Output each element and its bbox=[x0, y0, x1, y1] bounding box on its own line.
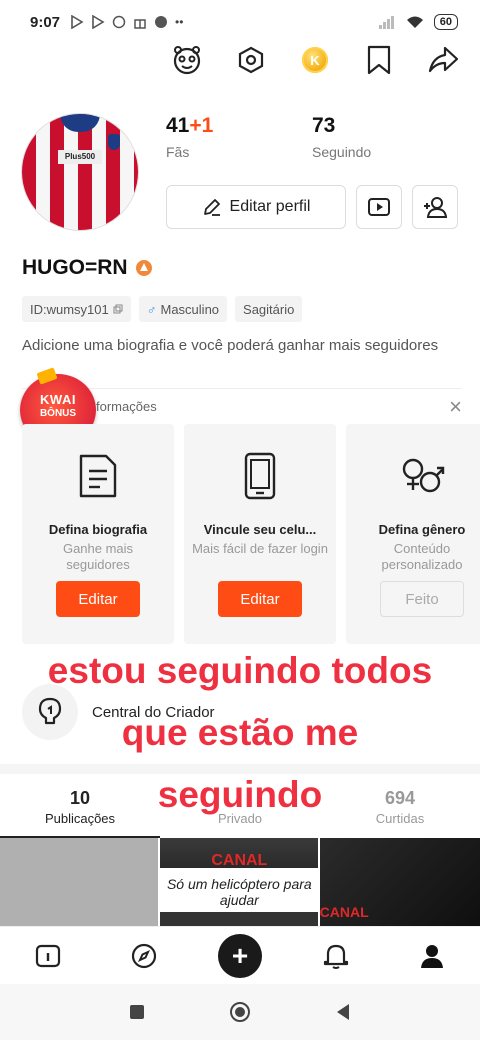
following-stat[interactable]: 73 Seguindo bbox=[312, 114, 371, 160]
mascot-icon[interactable] bbox=[170, 43, 204, 77]
play-icon bbox=[71, 15, 84, 29]
play-icon bbox=[92, 15, 105, 29]
share-icon[interactable] bbox=[426, 43, 460, 77]
edit-profile-label: Editar perfil bbox=[229, 198, 311, 215]
id-tag[interactable]: ID:wumsy101 bbox=[22, 296, 131, 322]
video-play-icon bbox=[368, 198, 390, 216]
followers-stat[interactable]: 41+1 Fãs bbox=[166, 114, 213, 160]
home-circle-icon[interactable] bbox=[229, 1001, 251, 1023]
profile-tags: ID:wumsy101 ♂ Masculino Sagitário bbox=[22, 296, 303, 322]
video-thumbnail[interactable] bbox=[0, 838, 159, 926]
notifications-bell-icon[interactable] bbox=[314, 934, 358, 978]
level-badge-icon bbox=[135, 260, 152, 276]
overlay-caption-line2: que estão me bbox=[121, 712, 359, 753]
following-label: Seguindo bbox=[312, 144, 372, 160]
facebook-icon bbox=[155, 16, 168, 28]
card-desc: Mais fácil de fazer login bbox=[192, 541, 328, 556]
followers-new: +1 bbox=[189, 114, 214, 137]
card-title: Defina biografia bbox=[48, 522, 148, 537]
document-icon bbox=[74, 450, 122, 502]
username-text: HUGO=RN bbox=[22, 256, 128, 279]
card-phone: Vincule seu celu... Mais fácil de fazer … bbox=[184, 424, 336, 644]
video-button[interactable] bbox=[356, 185, 402, 229]
gender-icon bbox=[398, 450, 446, 502]
username: HUGO=RN bbox=[22, 256, 152, 280]
avatar-sponsor: Plus500 bbox=[58, 150, 102, 164]
suggestion-cards: Defina biografia Ganhe mais seguidores E… bbox=[22, 424, 480, 644]
status-time: 9:07 bbox=[30, 13, 61, 31]
card-desc: Ganhe mais seguidores bbox=[62, 541, 134, 572]
overlay-caption-line3: seguindo bbox=[157, 774, 323, 815]
recents-square-icon[interactable] bbox=[129, 1004, 145, 1020]
sign-text: Sagitário bbox=[243, 301, 295, 317]
video-thumbnail[interactable]: CANAL Só um helicóptero para ajudar bbox=[160, 838, 318, 926]
bio-text[interactable]: Adicione uma biografia e você poderá gan… bbox=[22, 336, 442, 356]
thumbnail-canal: CANAL bbox=[319, 904, 369, 920]
kwai-bonus-line2: BÔNUS bbox=[39, 408, 77, 419]
kwai-bonus-line1: KWAI bbox=[40, 392, 76, 407]
male-icon: ♂ bbox=[146, 301, 157, 317]
wifi-icon bbox=[406, 16, 423, 28]
notification-icons: •• bbox=[70, 15, 183, 29]
bookmark-icon[interactable] bbox=[362, 43, 396, 77]
top-toolbar: K bbox=[170, 40, 460, 80]
card-gender: Defina gênero Conteúdo personalizado Fei… bbox=[346, 424, 480, 644]
card-title: Vincule seu celu... bbox=[203, 522, 317, 537]
link-phone-button[interactable]: Editar bbox=[218, 581, 302, 617]
battery-icon: 60 bbox=[433, 14, 458, 30]
avatar-crest bbox=[108, 134, 120, 150]
bonus-ticket-icon bbox=[36, 367, 58, 385]
followers-label: Fãs bbox=[166, 144, 190, 160]
section-divider bbox=[0, 764, 480, 774]
copy-icon bbox=[113, 304, 123, 314]
card-desc: Conteúdo personalizado bbox=[381, 541, 463, 572]
edit-bio-button[interactable]: Editar bbox=[56, 581, 140, 617]
followers-count: 41 bbox=[166, 114, 190, 137]
back-triangle-icon[interactable] bbox=[335, 1003, 351, 1021]
add-user-icon bbox=[424, 197, 448, 218]
id-text: ID:wumsy101 bbox=[30, 301, 109, 317]
avatar-collar bbox=[60, 114, 100, 132]
system-navigation bbox=[0, 984, 480, 1040]
info-section-title: formações bbox=[96, 399, 157, 414]
pencil-icon bbox=[203, 199, 220, 216]
status-bar: 9:07 •• 60 bbox=[0, 0, 480, 44]
thumbnail-caption: Só um helicóptero para ajudar bbox=[166, 876, 312, 908]
close-icon[interactable]: × bbox=[449, 394, 462, 420]
following-count: 73 bbox=[312, 114, 336, 137]
card-biography: Defina biografia Ganhe mais seguidores E… bbox=[22, 424, 174, 644]
profile-user-icon[interactable] bbox=[410, 934, 454, 978]
gift-icon bbox=[134, 19, 146, 29]
create-button[interactable]: + bbox=[218, 933, 262, 978]
plus-icon: + bbox=[218, 933, 262, 978]
home-icon[interactable] bbox=[26, 934, 70, 978]
discover-compass-icon[interactable] bbox=[122, 934, 166, 978]
gender-tag: ♂ Masculino bbox=[138, 296, 228, 322]
edit-profile-button[interactable]: Editar perfil bbox=[166, 185, 346, 229]
thumbnail-footer bbox=[160, 912, 318, 926]
add-friend-button[interactable] bbox=[412, 185, 458, 229]
phone-icon bbox=[236, 450, 284, 502]
sign-tag: Sagitário bbox=[235, 296, 303, 322]
bottom-navigation: + bbox=[0, 926, 480, 984]
more-dots-icon: •• bbox=[175, 15, 184, 29]
gender-done-button[interactable]: Feito bbox=[380, 581, 464, 617]
whatsapp-icon bbox=[112, 15, 126, 29]
gender-text: Masculino bbox=[160, 301, 220, 317]
card-title: Defina gênero bbox=[378, 522, 466, 537]
avatar[interactable]: Plus500 bbox=[22, 114, 138, 230]
overlay-caption-line1: estou seguindo todos bbox=[47, 650, 433, 691]
settings-hexagon-icon[interactable] bbox=[234, 43, 268, 77]
video-thumbnail[interactable]: CANAL bbox=[319, 838, 480, 926]
video-grid: CANAL Só um helicóptero para ajudar CANA… bbox=[0, 838, 480, 926]
thumbnail-canal: CANAL bbox=[211, 852, 268, 869]
signal-icon bbox=[378, 16, 394, 29]
coin-icon[interactable]: K bbox=[298, 43, 332, 77]
